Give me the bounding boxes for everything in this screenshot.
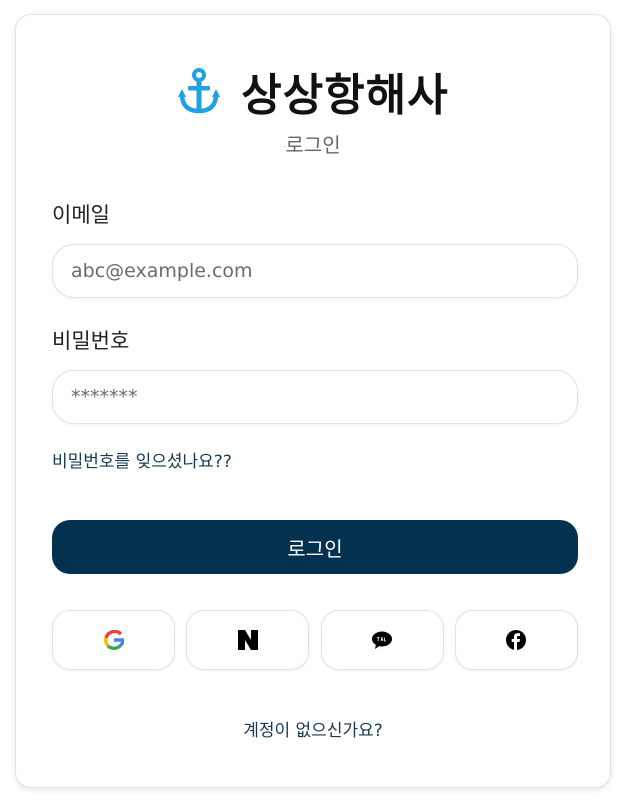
facebook-icon — [506, 630, 527, 650]
signup-link[interactable]: 계정이 없으신가요? — [16, 716, 610, 741]
kakao-talk-icon — [372, 631, 393, 649]
brand-name: 상상항해사 — [241, 70, 449, 121]
google-login-button[interactable] — [52, 610, 175, 670]
naver-login-button[interactable] — [186, 610, 310, 670]
login-card: 상상항해사 로그인 이메일 비밀번호 비밀번호를 잊으셨나요?? 로그인 — [15, 14, 611, 788]
facebook-login-button[interactable] — [454, 610, 578, 670]
email-label: 이메일 — [52, 203, 110, 227]
password-input[interactable] — [52, 370, 578, 424]
login-button[interactable]: 로그인 — [52, 520, 578, 574]
naver-icon — [237, 630, 258, 650]
email-input[interactable] — [52, 244, 578, 298]
password-label: 비밀번호 — [52, 329, 130, 353]
google-icon — [103, 630, 124, 650]
page-subtitle: 로그인 — [285, 133, 341, 157]
forgot-password-link[interactable]: 비밀번호를 잊으셨나요?? — [52, 447, 232, 472]
anchor-icon — [178, 68, 221, 114]
kakao-login-button[interactable] — [320, 610, 444, 670]
social-login-row — [52, 610, 578, 670]
brand-header: 상상항해사 — [16, 59, 610, 123]
